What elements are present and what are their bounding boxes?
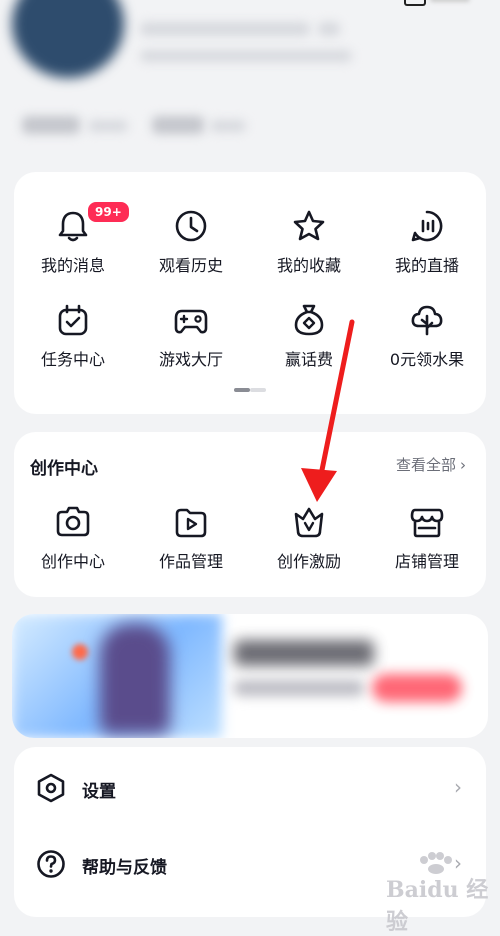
money-bag-icon: [294, 304, 324, 336]
avatar[interactable]: [12, 0, 124, 78]
grid-item-tasks[interactable]: 任务中心: [14, 302, 132, 382]
section-title: 创作中心: [30, 459, 98, 479]
help-row-label: 帮助与反馈: [82, 858, 167, 878]
banner-title-blurred: [234, 640, 374, 666]
page-indicator: [250, 388, 266, 392]
gamepad-icon: [174, 309, 208, 334]
grid-item-label: 我的消息: [40, 256, 105, 275]
video-folder-icon: [175, 508, 207, 538]
grid-item-label: 我的收藏: [276, 256, 341, 275]
paw-icon: [420, 852, 452, 874]
grid-item-games[interactable]: 游戏大厅: [132, 302, 250, 382]
creation-item-center[interactable]: 创作中心: [14, 504, 132, 584]
banner-button-blurred[interactable]: [372, 674, 462, 702]
creation-item-incentive[interactable]: 创作激励: [250, 504, 368, 584]
store-icon: [410, 508, 444, 538]
profile-header: [0, 0, 500, 160]
profile-info-blurred: [318, 22, 340, 36]
watermark-text: Baidu 经验: [386, 877, 489, 935]
profile-stat-blurred: [22, 116, 80, 134]
profile-info-blurred: [140, 50, 352, 62]
watermark-logo: Baidu 经验: [380, 852, 498, 935]
settings-row-label: 设置: [82, 782, 116, 802]
view-all-label: 查看全部: [395, 456, 456, 474]
creation-center-card: 创作中心 查看全部 › 创作中心 作品管理 创作激励 店铺管理: [14, 432, 486, 597]
help-icon: [37, 850, 65, 878]
profile-info-blurred: [140, 22, 310, 36]
settings-row[interactable]: 设置 ›: [14, 753, 486, 823]
creation-item-label: 创作中心: [40, 552, 105, 571]
status-icon: [404, 0, 426, 6]
creation-item-store[interactable]: 店铺管理: [368, 504, 486, 584]
profile-stat-blurred: [88, 120, 128, 132]
settings-hexagon-icon: [37, 773, 65, 803]
function-grid-card: 99+ 我的消息 观看历史 我的收藏 我的直播 任务中心 游戏大厅 赢话费 0元…: [14, 172, 486, 414]
banner-subtitle-blurred: [234, 680, 364, 696]
grid-item-label: 游戏大厅: [158, 350, 223, 369]
clock-icon: [175, 210, 207, 242]
fruit-tree-icon: [411, 305, 443, 336]
creation-item-label: 作品管理: [158, 552, 223, 571]
chevron-right-icon: ›: [454, 775, 462, 799]
creation-item-works[interactable]: 作品管理: [132, 504, 250, 584]
live-icon: [411, 210, 443, 242]
profile-stat-blurred: [152, 116, 204, 134]
grid-item-label: 我的直播: [394, 256, 459, 275]
task-calendar-icon: [58, 304, 88, 336]
unread-badge: 99+: [86, 200, 131, 224]
chevron-right-icon: ›: [460, 456, 466, 474]
creation-item-label: 店铺管理: [394, 552, 459, 571]
grid-item-free-fruit[interactable]: 0元领水果: [368, 302, 486, 382]
grid-item-history[interactable]: 观看历史: [132, 208, 250, 288]
grid-item-messages[interactable]: 99+ 我的消息: [14, 200, 132, 288]
creation-item-label: 创作激励: [276, 552, 341, 571]
grid-item-label: 观看历史: [158, 256, 223, 275]
grid-item-label: 赢话费: [284, 350, 333, 369]
grid-item-label: 0元领水果: [389, 350, 465, 369]
banner-decoration: [72, 644, 88, 660]
grid-item-favorites[interactable]: 我的收藏: [250, 208, 368, 288]
page-indicator-active: [234, 388, 250, 392]
view-all-link[interactable]: 查看全部 ›: [396, 454, 466, 475]
grid-item-live[interactable]: 我的直播: [368, 208, 486, 288]
crown-v-icon: [294, 507, 324, 538]
profile-stat-blurred: [210, 120, 246, 132]
camera-icon: [56, 506, 90, 537]
star-icon: [293, 210, 325, 241]
promo-banner[interactable]: [12, 614, 488, 738]
grid-item-win-credit[interactable]: 赢话费: [250, 302, 368, 382]
status-text-blurred: [430, 0, 470, 2]
banner-figure-blurred: [100, 624, 170, 734]
grid-item-label: 任务中心: [40, 350, 105, 369]
